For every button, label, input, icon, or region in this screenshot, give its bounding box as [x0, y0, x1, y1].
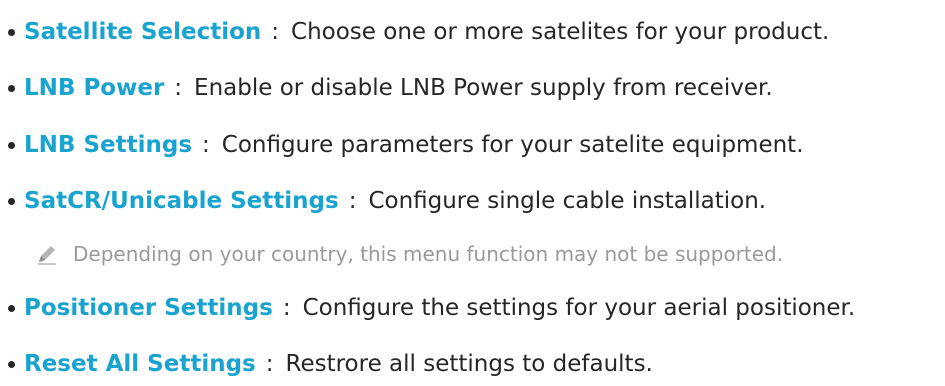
settings-list: Satellite Selection : Choose one or more… [0, 0, 945, 386]
separator: : [202, 132, 210, 158]
list-item-positioner-settings: Positioner Settings : Configure the sett… [8, 288, 855, 328]
list-item-satellite-selection: Satellite Selection : Choose one or more… [8, 12, 829, 52]
bullet [8, 360, 15, 368]
separator: : [348, 188, 357, 214]
term-label: LNB Settings [24, 132, 193, 158]
note-text: Depending on your country, this menu fun… [73, 242, 784, 266]
term-label: Satellite Selection [24, 19, 262, 45]
description: Configure the settings for your aerial p… [302, 295, 856, 321]
term-label: Reset All Settings [24, 351, 256, 377]
bullet [8, 197, 15, 205]
separator: : [271, 19, 280, 45]
list-item-lnb-settings: LNB Settings : Configure parameters for … [8, 125, 804, 165]
description: Restrore all settings to defaults. [285, 351, 653, 377]
description: Configure single cable installation. [368, 188, 767, 214]
term-label: LNB Power [24, 75, 165, 101]
list-item-satcr-unicable-settings: SatCR/Unicable Settings : Configure sing… [8, 181, 766, 221]
term-label: SatCR/Unicable Settings [24, 188, 339, 214]
bullet [8, 28, 15, 36]
separator: : [265, 351, 274, 377]
bullet [8, 304, 15, 312]
separator: : [282, 295, 291, 321]
list-item-reset-all-settings: Reset All Settings : Restrore all settin… [8, 344, 653, 384]
bullet [8, 141, 15, 149]
description: Configure parameters for your satelite e… [221, 132, 804, 158]
term-label: Positioner Settings [24, 295, 273, 321]
note: Depending on your country, this menu fun… [35, 234, 783, 274]
list-item-lnb-power: LNB Power : Enable or disable LNB Power … [8, 68, 773, 108]
pencil-icon [35, 242, 59, 266]
description: Choose one or more satelites for your pr… [291, 19, 830, 45]
bullet [8, 84, 15, 92]
description: Enable or disable LNB Power supply from … [194, 75, 773, 101]
separator: : [174, 75, 183, 101]
